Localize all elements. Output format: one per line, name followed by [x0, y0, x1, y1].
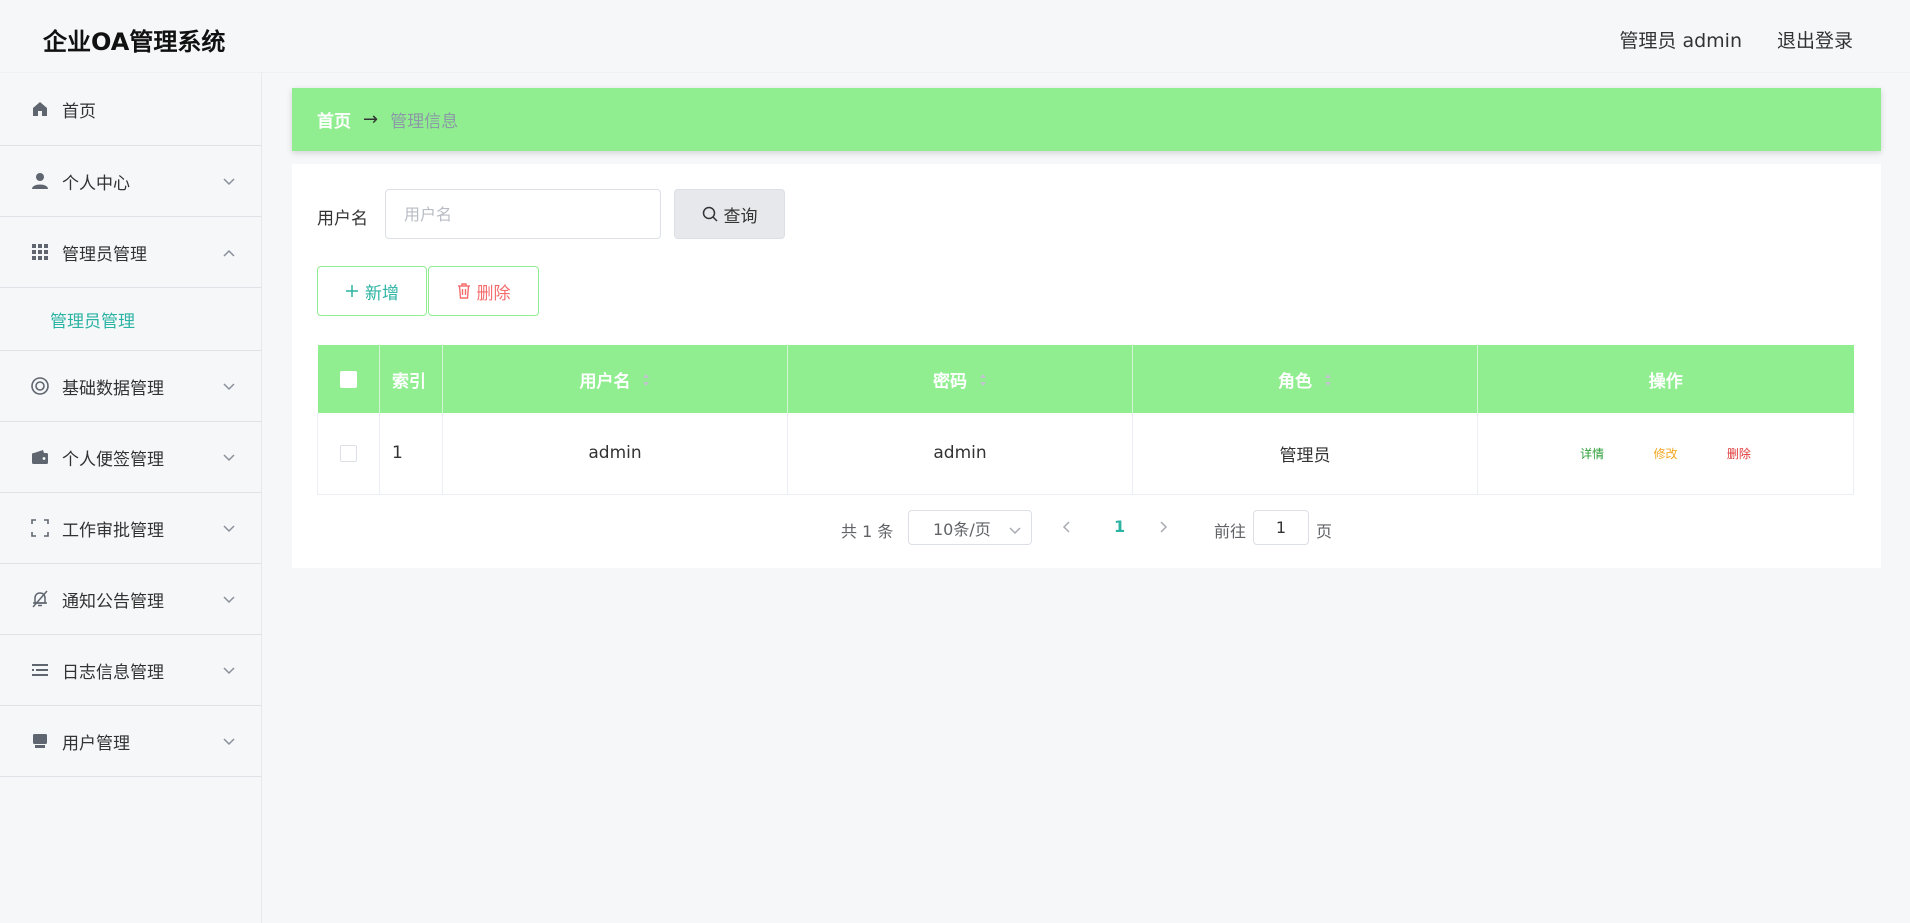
list-icon — [30, 660, 50, 680]
username-search-input[interactable] — [385, 189, 661, 239]
page-number[interactable]: 1 — [1114, 517, 1125, 536]
user-icon — [30, 171, 50, 191]
column-header-role[interactable]: 角色 — [1132, 345, 1478, 413]
sidebar-item-logs[interactable]: 日志信息管理 — [0, 635, 261, 706]
chevron-down-icon — [223, 660, 235, 680]
column-header-username[interactable]: 用户名 — [442, 345, 788, 413]
grid-icon — [30, 242, 50, 262]
sidebar-item-label: 基础数据管理 — [62, 378, 164, 399]
column-header-username-label: 用户名 — [579, 371, 631, 392]
app-title: 企业OA管理系统 — [43, 28, 226, 56]
column-header-password[interactable]: 密码 — [787, 345, 1133, 413]
search-label: 用户名 — [317, 209, 368, 229]
chevron-up-icon — [223, 242, 235, 262]
row-checkbox[interactable] — [340, 444, 357, 462]
chevron-down-icon — [223, 171, 235, 191]
sidebar-item-label: 个人中心 — [62, 173, 130, 194]
sidebar-item-label: 日志信息管理 — [62, 662, 164, 683]
chevron-down-icon — [223, 376, 235, 396]
top-header: 企业OA管理系统 管理员 admin 退出登录 — [0, 0, 1910, 73]
pagination: 共 1 条 10条/页 1 前往 页 — [292, 510, 1881, 546]
bell-off-icon — [30, 589, 50, 609]
breadcrumb: 首页 → 管理信息 — [292, 88, 1881, 151]
current-user-label: 管理员 admin — [1619, 30, 1742, 52]
search-button[interactable]: 查询 — [674, 189, 785, 239]
chevron-down-icon — [1009, 520, 1021, 539]
add-button-label: 新增 — [365, 283, 399, 304]
detail-link[interactable]: 详情 — [1580, 447, 1604, 461]
chevron-left-icon — [1062, 521, 1070, 533]
sidebar-item-label: 用户管理 — [62, 733, 130, 754]
page-unit-label: 页 — [1316, 522, 1333, 541]
wallet-icon — [30, 447, 50, 467]
column-header-operation: 操作 — [1477, 345, 1854, 413]
sidebar-item-basic-data[interactable]: 基础数据管理 — [0, 351, 261, 422]
sidebar-item-label: 管理员管理 — [62, 244, 147, 265]
prev-page-button[interactable] — [1062, 518, 1070, 537]
sidebar-item-label: 个人便签管理 — [62, 449, 164, 470]
select-all-cell — [317, 345, 380, 413]
chevron-right-icon — [1160, 521, 1168, 533]
sidebar-item-admin-management[interactable]: 管理员管理 — [0, 217, 261, 288]
breadcrumb-arrow-icon: → — [363, 109, 379, 130]
goto-page-input[interactable] — [1253, 510, 1309, 545]
sidebar-item-notices[interactable]: 通知公告管理 — [0, 564, 261, 635]
page-size-select[interactable]: 10条/页 — [908, 510, 1032, 545]
row-select-cell — [317, 413, 380, 495]
row-username: admin — [442, 413, 788, 495]
admin-table: 索引 用户名 密码 角色 操作 1 admin admin 管理员 详情 修改 … — [317, 345, 1854, 495]
select-all-checkbox[interactable] — [339, 370, 357, 388]
chevron-down-icon — [223, 447, 235, 467]
sidebar-item-personal-center[interactable]: 个人中心 — [0, 146, 261, 217]
pagination-total: 共 1 条 — [841, 522, 894, 541]
sidebar-item-work-approval[interactable]: 工作审批管理 — [0, 493, 261, 564]
sidebar-item-label: 通知公告管理 — [62, 591, 164, 612]
breadcrumb-home-link[interactable]: 首页 — [317, 107, 351, 132]
sort-icon[interactable] — [1324, 372, 1332, 392]
row-index: 1 — [379, 413, 443, 495]
sort-icon[interactable] — [642, 372, 650, 392]
page-size-value: 10条/页 — [933, 519, 991, 539]
sidebar-item-personal-notes[interactable]: 个人便签管理 — [0, 422, 261, 493]
row-operations: 详情 修改 删除 — [1477, 413, 1854, 495]
home-icon — [30, 99, 50, 119]
column-header-password-label: 密码 — [933, 371, 968, 392]
content-card: 用户名 查询 新增 删除 索引 用户名 — [292, 164, 1881, 568]
plus-icon — [345, 284, 359, 298]
chevron-down-icon — [223, 518, 235, 538]
submenu-item-admin-management[interactable]: 管理员管理 — [0, 288, 261, 351]
chevron-down-icon — [223, 731, 235, 751]
sidebar-item-label: 首页 — [62, 101, 96, 122]
sidebar-item-user-management[interactable]: 用户管理 — [0, 706, 261, 777]
frame-icon — [30, 518, 50, 538]
logout-link[interactable]: 退出登录 — [1777, 26, 1853, 53]
edit-link[interactable]: 修改 — [1653, 447, 1677, 461]
breadcrumb-current: 管理信息 — [390, 112, 459, 132]
table-row: 1 admin admin 管理员 详情 修改 删除 — [317, 413, 1854, 495]
sidebar-item-label: 工作审批管理 — [62, 520, 164, 541]
batch-delete-button[interactable]: 删除 — [428, 266, 539, 316]
add-button[interactable]: 新增 — [317, 266, 427, 316]
sidebar-item-home[interactable]: 首页 — [0, 73, 261, 146]
inbox-icon — [30, 731, 50, 751]
delete-link[interactable]: 删除 — [1727, 447, 1751, 461]
column-header-role-label: 角色 — [1278, 371, 1313, 392]
table-header-row: 索引 用户名 密码 角色 操作 — [317, 345, 1854, 413]
trash-icon — [457, 283, 471, 299]
next-page-button[interactable] — [1160, 518, 1168, 537]
column-header-index: 索引 — [379, 345, 443, 413]
sidebar: 首页 个人中心 管理员管理 管理员管理 基础数据管理 个人便签管理 工作审批管理… — [0, 73, 262, 923]
chevron-down-icon — [223, 589, 235, 609]
goto-label: 前往 — [1214, 522, 1247, 541]
search-icon — [702, 206, 718, 222]
row-password: admin — [787, 413, 1133, 495]
sort-icon[interactable] — [979, 372, 987, 392]
search-button-label: 查询 — [723, 206, 758, 227]
lifebuoy-icon — [30, 376, 50, 396]
row-role: 管理员 — [1132, 413, 1478, 495]
delete-button-label: 删除 — [476, 283, 511, 304]
